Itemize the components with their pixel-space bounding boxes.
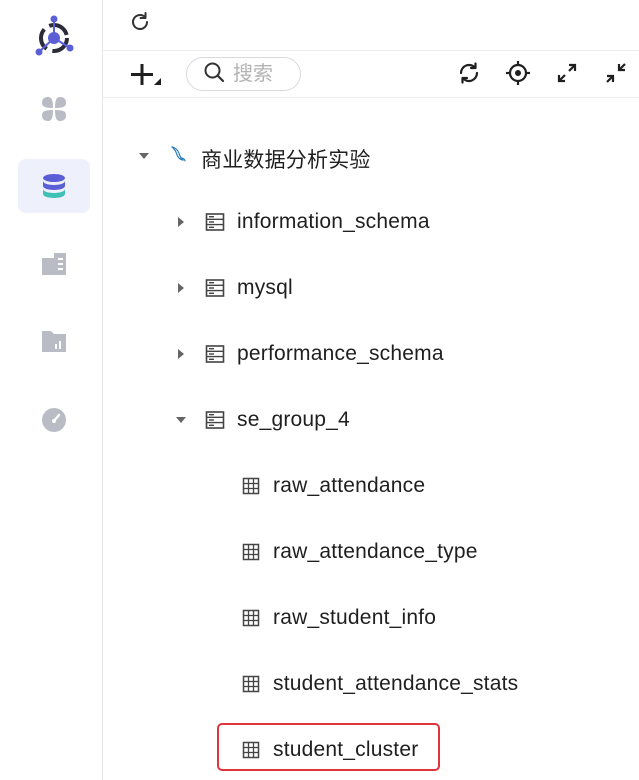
apps-icon — [40, 95, 68, 123]
sidebar — [0, 0, 103, 780]
sidebar-item-folder[interactable] — [18, 314, 90, 368]
tree-node-table[interactable]: student_attendance_stats — [103, 664, 639, 704]
schema-icon — [205, 410, 225, 430]
search-icon — [203, 61, 225, 88]
table-label: raw_student_info — [273, 606, 437, 629]
connection-label: 商业数据分析实验 — [201, 149, 371, 172]
crosshair-icon — [505, 60, 531, 91]
caret-right-icon[interactable] — [175, 348, 187, 360]
table-grid-icon — [241, 674, 261, 694]
plus-icon — [129, 64, 163, 93]
table-label: raw_attendance — [273, 474, 426, 497]
tree-node-database[interactable]: information_schema — [103, 202, 639, 242]
table-grid-icon — [241, 542, 261, 562]
database-label: se_group_4 — [237, 408, 350, 431]
table-grid-icon — [241, 476, 261, 496]
sync-button[interactable] — [456, 61, 482, 90]
refresh-button[interactable] — [127, 11, 153, 37]
expand-icon — [556, 62, 578, 89]
database-tree: 商业数据分析实验 information_schema mysql perfor… — [103, 98, 639, 780]
sidebar-item-gauge[interactable] — [18, 393, 90, 447]
table-grid-icon — [241, 608, 261, 628]
tree-node-table[interactable]: raw_student_info — [103, 598, 639, 638]
database-label: information_schema — [237, 210, 430, 233]
table-label: student_attendance_stats — [273, 672, 519, 695]
sidebar-item-apps[interactable] — [18, 82, 90, 136]
mysql-dolphin-icon — [168, 144, 188, 164]
caret-down-icon[interactable] — [175, 414, 187, 426]
database-label: mysql — [237, 276, 293, 299]
search-box[interactable] — [186, 57, 301, 91]
database-icon — [40, 172, 68, 200]
app-logo-icon — [30, 14, 78, 62]
tree-node-database[interactable]: performance_schema — [103, 334, 639, 374]
expand-all-button[interactable] — [554, 62, 580, 88]
caret-down-icon[interactable] — [138, 150, 150, 162]
locate-button[interactable] — [505, 60, 531, 91]
highlight-box — [217, 723, 440, 771]
tree-node-database[interactable]: se_group_4 — [103, 400, 639, 440]
sidebar-item-dashboard[interactable] — [18, 237, 90, 291]
caret-right-icon[interactable] — [175, 282, 187, 294]
folder-icon — [40, 327, 68, 355]
sidebar-item-database[interactable] — [18, 159, 90, 213]
search-input[interactable] — [233, 62, 297, 86]
tree-node-database[interactable]: mysql — [103, 268, 639, 308]
tree-node-connection[interactable]: 商业数据分析实验 — [103, 136, 639, 176]
schema-icon — [205, 344, 225, 364]
caret-right-icon[interactable] — [175, 216, 187, 228]
top-toolbar — [103, 0, 639, 51]
tree-node-table[interactable]: raw_attendance — [103, 466, 639, 506]
refresh-icon — [129, 11, 151, 38]
gauge-icon — [40, 406, 68, 434]
schema-icon — [205, 278, 225, 298]
tree-toolbar — [103, 51, 639, 98]
collapse-icon — [605, 62, 627, 89]
dashboard-icon — [40, 250, 68, 278]
tree-node-table[interactable]: raw_attendance_type — [103, 532, 639, 572]
table-label: raw_attendance_type — [273, 540, 478, 563]
add-button[interactable] — [129, 61, 163, 89]
collapse-all-button[interactable] — [603, 62, 629, 88]
schema-icon — [205, 212, 225, 232]
sync-icon — [457, 61, 481, 90]
database-label: performance_schema — [237, 342, 444, 365]
